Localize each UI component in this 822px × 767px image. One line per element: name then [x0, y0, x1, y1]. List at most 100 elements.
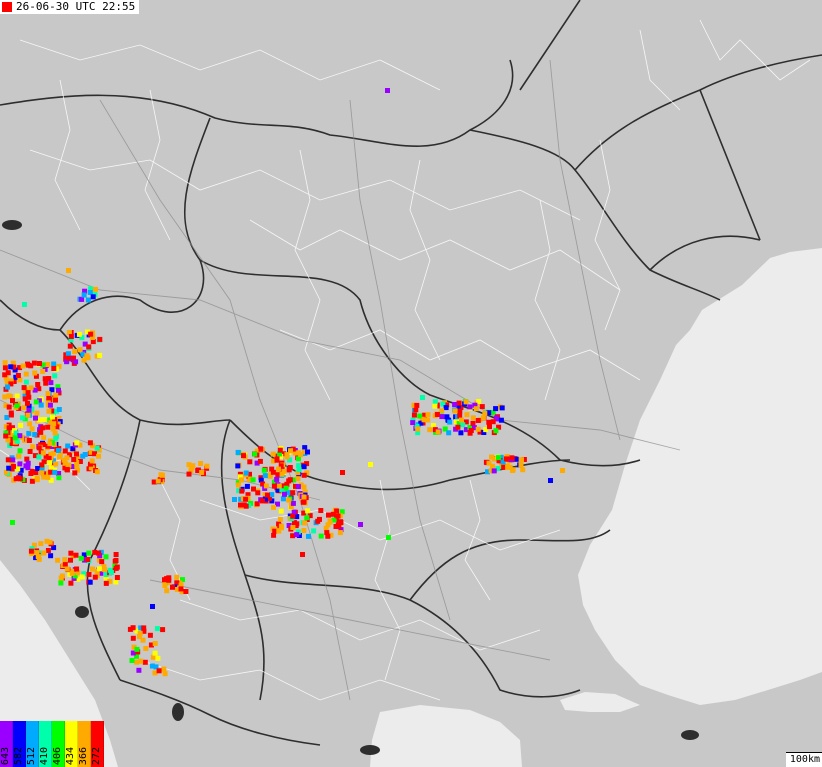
- lightning-strike: [385, 88, 390, 93]
- lightning-strike: [178, 586, 184, 592]
- lightning-strike: [241, 453, 246, 459]
- lightning-strike: [509, 455, 515, 461]
- lightning-strike: [16, 475, 22, 481]
- lightning-strike: [162, 577, 167, 583]
- lightning-strike: [460, 422, 466, 428]
- lightning-strike: [26, 407, 32, 413]
- lightning-strike: [20, 363, 26, 369]
- lightning-strike: [26, 438, 32, 443]
- lightning-strike: [198, 461, 204, 466]
- lightning-strike: [304, 515, 310, 521]
- lightning-strike: [244, 483, 250, 489]
- lightning-strike: [71, 457, 77, 462]
- lightning-strike: [32, 432, 38, 437]
- lightning-strike: [278, 508, 284, 514]
- lightning-strike: [490, 419, 496, 425]
- lightning-strike: [425, 412, 431, 418]
- lightning-strike: [413, 407, 419, 413]
- lightning-strike: [432, 399, 438, 405]
- lightning-strike: [239, 477, 244, 483]
- lightning-strike: [51, 366, 57, 371]
- lightning-strike: [62, 557, 68, 563]
- lightning-strike: [149, 663, 155, 669]
- lightning-strike: [53, 392, 59, 398]
- lightning-strike: [336, 524, 342, 530]
- lightning-strike: [103, 580, 109, 586]
- lightning-strike: [337, 530, 343, 536]
- legend-label: 406: [52, 746, 63, 765]
- lightning-strike: [22, 396, 28, 402]
- lightning-strike: [17, 433, 23, 439]
- lightning-strike: [52, 373, 58, 379]
- lightning-strike: [12, 435, 18, 441]
- lightning-strike: [41, 435, 47, 441]
- lightning-strike: [68, 550, 74, 556]
- lightning-strike: [38, 402, 44, 408]
- lightning-strike: [174, 574, 180, 580]
- lightning-strike: [414, 402, 420, 408]
- lightning-strike: [143, 646, 149, 651]
- lightning-strike: [301, 499, 307, 505]
- lightning-strike: [66, 268, 71, 273]
- lightning-strike: [34, 410, 40, 416]
- lightning-strike: [113, 558, 119, 563]
- lightning-strike: [279, 525, 284, 531]
- lightning-strike: [46, 395, 52, 401]
- lightning-strike: [23, 379, 29, 385]
- lightning-strike: [164, 588, 170, 594]
- lightning-strike: [50, 426, 56, 432]
- lightning-strike: [386, 535, 391, 540]
- lightning-strike: [305, 449, 310, 455]
- lightning-strike: [36, 556, 42, 562]
- lightning-strike: [27, 421, 33, 427]
- lightning-strike: [158, 472, 164, 478]
- lightning-strike: [301, 528, 307, 533]
- lightning-strike: [270, 451, 276, 457]
- lightning-strike: [5, 370, 11, 376]
- lightning-strike: [475, 426, 481, 432]
- lightning-strike: [290, 490, 296, 496]
- lightning-strike: [238, 502, 243, 508]
- lightning-strike: [74, 566, 80, 572]
- lightning-strike: [443, 405, 449, 411]
- legend-cell-272: 272: [91, 721, 104, 767]
- lightning-strike: [32, 370, 38, 376]
- lightning-strike: [334, 508, 340, 514]
- lightning-strike: [286, 497, 292, 503]
- lightning-strike: [2, 365, 8, 371]
- lightning-strike: [68, 580, 74, 586]
- lightning-strike: [26, 430, 32, 436]
- lightning-strike: [479, 404, 485, 410]
- lightning-strike: [17, 448, 23, 454]
- lightning-strike: [325, 533, 331, 539]
- lightning-map[interactable]: 26-06-30 UTC 22:55 643 582 512 410 406 4…: [0, 0, 822, 767]
- lightning-strike: [18, 422, 24, 428]
- lightning-strike: [102, 567, 108, 572]
- lightning-strike: [152, 641, 158, 646]
- lightning-strike: [52, 469, 58, 475]
- lightning-strike: [279, 471, 285, 477]
- lightning-strike: [45, 424, 51, 430]
- lightning-strike: [33, 415, 38, 421]
- lightning-strike: [34, 475, 40, 481]
- lightning-strike: [560, 468, 565, 473]
- lightning-strike: [90, 294, 96, 300]
- lightning-strike: [51, 361, 57, 367]
- lightning-strike: [33, 399, 39, 405]
- lightning-strike: [5, 457, 11, 463]
- lightning-strike: [36, 445, 42, 451]
- lightning-strike: [23, 463, 29, 469]
- lightning-strike: [259, 498, 265, 504]
- lightning-strike: [14, 403, 20, 409]
- lightning-strike: [39, 470, 45, 476]
- lightning-strike: [520, 467, 526, 473]
- lightning-strike: [486, 460, 492, 466]
- lightning-strike: [258, 446, 264, 452]
- lightning-strike: [99, 559, 105, 565]
- lightning-strike: [301, 472, 307, 478]
- timestamp-text: 26-06-30 UTC 22:55: [16, 0, 136, 13]
- legend-cell-434: 434: [65, 721, 78, 767]
- lightning-strike: [427, 427, 433, 433]
- lightning-strike: [10, 398, 15, 404]
- lightning-strike: [89, 458, 95, 464]
